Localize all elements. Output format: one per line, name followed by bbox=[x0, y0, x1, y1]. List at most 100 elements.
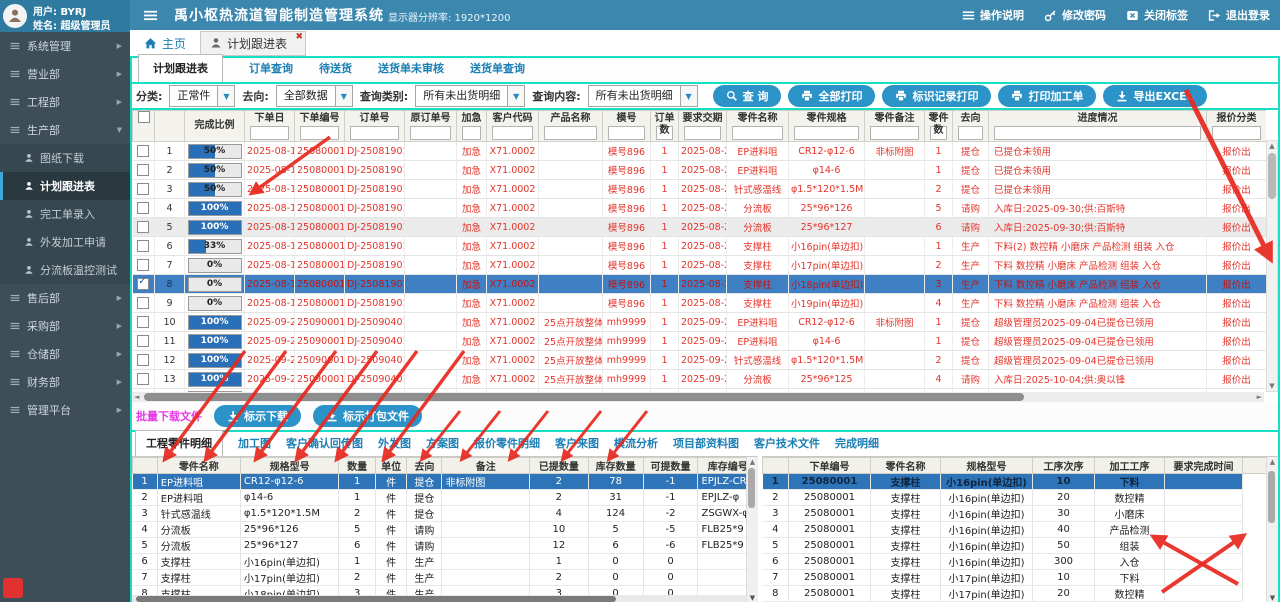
table-row[interactable]: 1EP进料咀CR12-φ12-61件提仓非标附图278-1EPJLZ-CR bbox=[133, 474, 758, 490]
scroll-right-icon[interactable]: ► bbox=[1257, 392, 1262, 402]
table-row[interactable]: 250%2025-08-1925080001DJ-25081901加急X71.0… bbox=[133, 161, 1267, 180]
table-row[interactable]: 425080001支撑柱小16pin(单边扣)40产品检测 bbox=[763, 522, 1269, 538]
sidebar-item-售后部[interactable]: 售后部▶ bbox=[0, 284, 130, 312]
sidebar-item-营业部[interactable]: 营业部▶ bbox=[0, 60, 130, 88]
table-row[interactable]: 725080001支撑柱小17pin(单边扣)10下料 bbox=[763, 570, 1269, 586]
table-row[interactable]: 150%2025-08-1925080001DJ-25081901加急X71.0… bbox=[133, 142, 1267, 161]
batch-button-标示下载[interactable]: 标示下载 bbox=[214, 405, 301, 427]
detail-tab-客户来图[interactable]: 客户来图 bbox=[555, 435, 599, 456]
scroll-down-icon[interactable]: ▼ bbox=[1267, 594, 1278, 602]
column-filter-input[interactable] bbox=[794, 126, 859, 140]
sidebar-subitem-外发加工申请[interactable]: 外发加工申请 bbox=[0, 228, 130, 256]
detail-tab-方案图[interactable]: 方案图 bbox=[426, 435, 459, 456]
subtab-送货单未审核[interactable]: 送货单未审核 bbox=[378, 60, 444, 82]
detail-tab-工程零件明细[interactable]: 工程零件明细 bbox=[135, 430, 223, 456]
filter-select-所有未出货明细[interactable]: 所有未出货明细▼ bbox=[588, 85, 698, 107]
table-row[interactable]: 225080001支撑柱小16pin(单边扣)20数控精 bbox=[763, 490, 1269, 506]
scroll-up-icon[interactable]: ▲ bbox=[747, 458, 758, 466]
row-checkbox[interactable] bbox=[137, 164, 149, 176]
column-filter-input[interactable] bbox=[684, 126, 721, 140]
scrollbar-thumb[interactable] bbox=[1268, 153, 1276, 199]
table-row[interactable]: 125080001支撑柱小16pin(单边扣)10下料 bbox=[763, 474, 1269, 490]
column-filter-input[interactable] bbox=[732, 126, 783, 140]
scrollbar-thumb[interactable] bbox=[144, 393, 1024, 401]
column-filter-input[interactable] bbox=[994, 126, 1201, 140]
header-menu-修改密码[interactable]: 修改密码 bbox=[1044, 7, 1106, 23]
row-checkbox[interactable] bbox=[137, 316, 149, 328]
column-filter-input[interactable] bbox=[492, 126, 533, 140]
row-checkbox[interactable] bbox=[137, 354, 149, 366]
table-row[interactable]: 350%2025-08-1925080001DJ-25081901加急X71.0… bbox=[133, 180, 1267, 199]
scrollbar-thumb[interactable] bbox=[136, 596, 616, 602]
action-button-打印加工单[interactable]: 打印加工单 bbox=[998, 85, 1096, 107]
filter-select-全部数据[interactable]: 全部数据▼ bbox=[276, 85, 353, 107]
sidebar-item-工程部[interactable]: 工程部▶ bbox=[0, 88, 130, 116]
column-filter-input[interactable] bbox=[462, 126, 481, 140]
column-filter-input[interactable] bbox=[608, 126, 645, 140]
column-filter-input[interactable] bbox=[870, 126, 919, 140]
header-menu-关闭标签[interactable]: 关闭标签 bbox=[1126, 7, 1188, 23]
row-checkbox[interactable] bbox=[137, 183, 149, 195]
table-row[interactable]: 5分流板25*96*1276件请购126-6FLB25*9 bbox=[133, 538, 758, 554]
filter-select-所有未出货明细[interactable]: 所有未出货明细▼ bbox=[415, 85, 525, 107]
action-button-标识记录打印[interactable]: 标识记录打印 bbox=[882, 85, 991, 107]
action-button-查询[interactable]: 查 询 bbox=[713, 85, 782, 107]
vertical-scrollbar[interactable]: ▲ ▼ bbox=[1266, 140, 1278, 392]
action-button-导出EXCEL[interactable]: 导出EXCEL bbox=[1103, 85, 1206, 107]
scroll-up-icon[interactable]: ▲ bbox=[1267, 458, 1278, 466]
scroll-up-icon[interactable]: ▲ bbox=[1267, 142, 1277, 150]
table-row[interactable]: 2EP进料咀φ14-61件提仓231-1EPJLZ-φ bbox=[133, 490, 758, 506]
row-checkbox[interactable] bbox=[137, 221, 149, 233]
row-checkbox[interactable] bbox=[137, 335, 149, 347]
column-filter-input[interactable] bbox=[350, 126, 399, 140]
table-row[interactable]: 80%2025-08-1925080001DJ-25081901加急X71.00… bbox=[133, 275, 1267, 294]
column-filter-input[interactable] bbox=[410, 126, 451, 140]
sidebar-item-管理平台[interactable]: 管理平台▶ bbox=[0, 396, 130, 424]
table-row[interactable]: 325080001支撑柱小16pin(单边扣)30小磨床 bbox=[763, 506, 1269, 522]
table-row[interactable]: 7支撑柱小17pin(单边扣)2件生产200 bbox=[133, 570, 758, 586]
table-row[interactable]: 10100%2025-09-2925090001DJ-25090401加急X71… bbox=[133, 313, 1267, 332]
detail-tab-客户技术文件[interactable]: 客户技术文件 bbox=[754, 435, 820, 456]
column-filter-input[interactable] bbox=[300, 126, 339, 140]
table-row[interactable]: 12100%2025-09-2925090001DJ-25090401加急X71… bbox=[133, 351, 1267, 370]
table-row[interactable]: 13100%2025-09-2925090001DJ-25090401加急X71… bbox=[133, 370, 1267, 389]
avatar[interactable] bbox=[3, 4, 27, 28]
detail-tab-外发图[interactable]: 外发图 bbox=[378, 435, 411, 456]
table-row[interactable]: 4100%2025-08-1925080001DJ-25081901加急X71.… bbox=[133, 199, 1267, 218]
action-button-全部打印[interactable]: 全部打印 bbox=[788, 85, 875, 107]
column-filter-input[interactable] bbox=[250, 126, 289, 140]
table-row[interactable]: 625080001支撑柱小16pin(单边扣)300入仓 bbox=[763, 554, 1269, 570]
table-row[interactable]: 90%2025-08-1925080001DJ-25081901加急X71.00… bbox=[133, 294, 1267, 313]
detail-tab-项目部资料图[interactable]: 项目部资料图 bbox=[673, 435, 739, 456]
table-row[interactable]: 633%2025-08-1925080001DJ-25081901加急X71.0… bbox=[133, 237, 1267, 256]
row-checkbox[interactable] bbox=[137, 278, 149, 290]
sidebar-item-生产部[interactable]: 生产部▼ bbox=[0, 116, 130, 144]
detail-tab-报价零件明细[interactable]: 报价零件明细 bbox=[474, 435, 540, 456]
sidebar-item-仓储部[interactable]: 仓储部▶ bbox=[0, 340, 130, 368]
table-row[interactable]: 525080001支撑柱小16pin(单边扣)50组装 bbox=[763, 538, 1269, 554]
scroll-left-icon[interactable]: ◄ bbox=[134, 392, 139, 402]
tab-current-plan[interactable]: 计划跟进表✖ bbox=[200, 31, 306, 56]
row-checkbox[interactable] bbox=[137, 240, 149, 252]
tab-home[interactable]: 主页 bbox=[144, 35, 186, 52]
row-checkbox[interactable] bbox=[137, 297, 149, 309]
sidebar-item-采购部[interactable]: 采购部▶ bbox=[0, 312, 130, 340]
scroll-down-icon[interactable]: ▼ bbox=[747, 594, 758, 602]
sidebar-item-财务部[interactable]: 财务部▶ bbox=[0, 368, 130, 396]
subtab-待送货[interactable]: 待送货 bbox=[319, 60, 352, 82]
batch-button-标示打包文件[interactable]: 标示打包文件 bbox=[313, 405, 422, 427]
detail-tab-完成明细[interactable]: 完成明细 bbox=[835, 435, 879, 456]
scrollbar-thumb[interactable] bbox=[748, 468, 755, 508]
sidebar-subitem-图纸下载[interactable]: 图纸下载 bbox=[0, 144, 130, 172]
sidebar-subitem-完工单录入[interactable]: 完工单录入 bbox=[0, 200, 130, 228]
detail-tab-模流分析[interactable]: 模流分析 bbox=[614, 435, 658, 456]
sidebar-subitem-分流板温控测试[interactable]: 分流板温控测试 bbox=[0, 256, 130, 284]
process-vertical-scrollbar[interactable]: ▲ ▼ bbox=[1266, 457, 1278, 602]
row-checkbox[interactable] bbox=[137, 202, 149, 214]
close-tab-icon[interactable]: ✖ bbox=[295, 32, 303, 42]
table-row[interactable]: 6支撑柱小16pin(单边扣)1件生产100 bbox=[133, 554, 758, 570]
subtab-送货单查询[interactable]: 送货单查询 bbox=[470, 60, 525, 82]
hamburger-menu-icon[interactable] bbox=[143, 8, 158, 23]
table-row[interactable]: 11100%2025-09-2925090001DJ-25090401加急X71… bbox=[133, 332, 1267, 351]
scroll-down-icon[interactable]: ▼ bbox=[1267, 382, 1277, 390]
